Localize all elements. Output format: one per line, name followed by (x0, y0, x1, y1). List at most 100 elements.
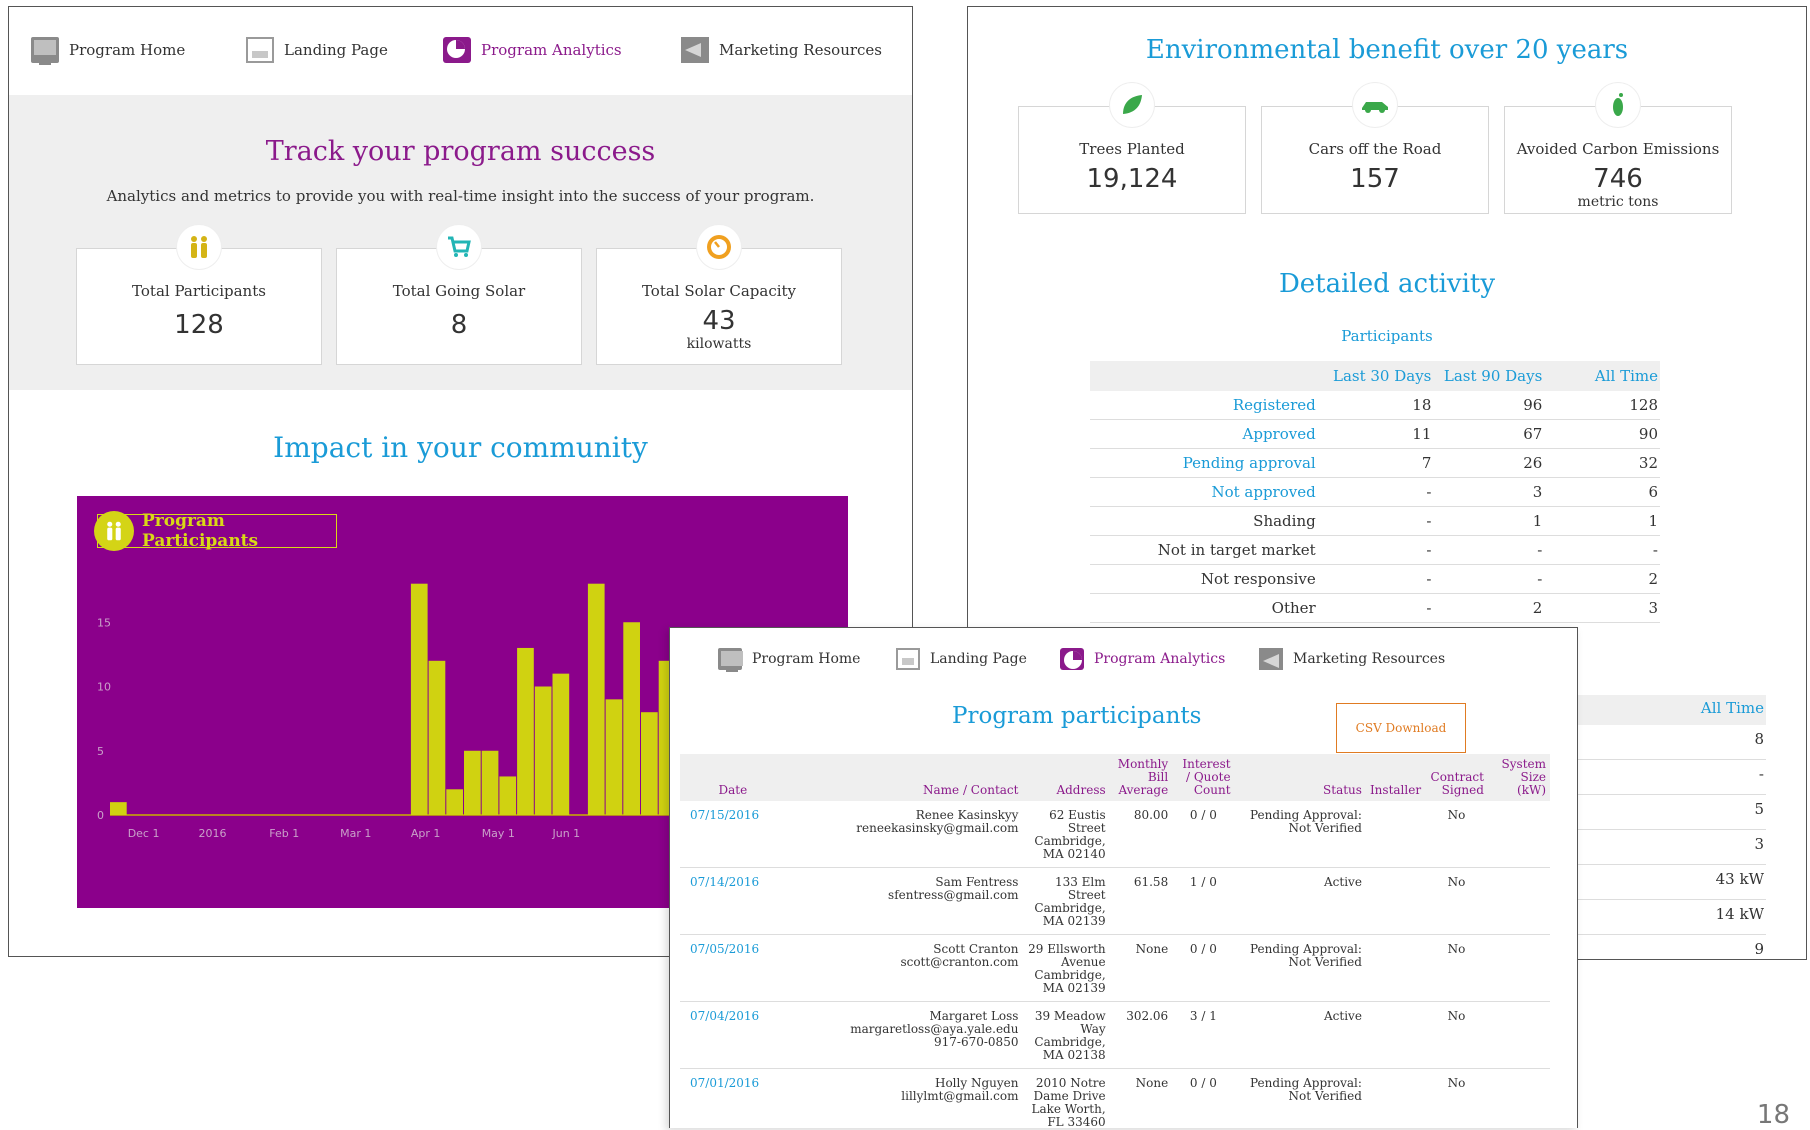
chart-bar[interactable] (481, 750, 499, 815)
cell-value: - (1317, 506, 1434, 536)
column-header[interactable]: Installer (1365, 754, 1426, 801)
x-tick-label: Apr 1 (411, 827, 441, 840)
chart-bar[interactable] (428, 660, 446, 815)
status-line: Not Verified (1288, 955, 1362, 969)
chart-bar[interactable] (623, 622, 640, 815)
installer-cell (1365, 1068, 1426, 1128)
nav-marketing-resources[interactable]: Marketing Resources (1259, 648, 1445, 670)
cell-value: 90 (1544, 419, 1660, 449)
row-label[interactable]: Registered (1090, 391, 1318, 420)
pie-chart-icon (443, 37, 471, 63)
address-cell: 62 Eustis Street Cambridge, MA 02140 (1022, 801, 1110, 868)
date-link[interactable]: 07/15/2016 (680, 801, 786, 868)
table-row[interactable]: 07/01/2016 Holly Nguyen lillylmt@gmail.com… (680, 1068, 1550, 1128)
column-header[interactable]: Interest / Quote Count (1172, 754, 1235, 801)
status-cell: Pending Approval: Not Verified (1234, 1068, 1366, 1128)
nav-program-analytics[interactable]: Program Analytics (1060, 648, 1225, 670)
column-header[interactable]: Monthly Bill Average (1109, 754, 1173, 801)
chart-bar[interactable] (641, 712, 658, 815)
address-line: MA 02139 (1042, 914, 1106, 928)
contract-cell: No (1425, 801, 1488, 868)
table-row: Shading -1 1 (1090, 506, 1660, 536)
cell-value: - (1317, 477, 1434, 507)
nav-program-home[interactable]: Program Home (718, 648, 860, 672)
chart-bar[interactable] (605, 699, 623, 815)
contact-email: sfentress@gmail.com (888, 888, 1019, 902)
column-header[interactable]: Status (1234, 754, 1366, 801)
chart-bar[interactable] (534, 686, 552, 816)
installer-cell (1365, 1001, 1426, 1069)
bill-cell: 302.06 (1109, 1001, 1173, 1069)
nav-landing-page[interactable]: Landing Page (246, 37, 388, 63)
table-row[interactable]: 07/15/2016 Renee Kasinskyy reneekasinsky@g… (680, 801, 1550, 868)
column-header[interactable]: Name / Contact (785, 754, 1023, 801)
chart-bar[interactable] (464, 750, 481, 815)
cart-icon (437, 225, 481, 269)
stat-cars-off-road: Cars off the Road 157 (1261, 83, 1489, 214)
activity-title: Detailed activity (1278, 269, 1496, 299)
nav-program-home[interactable]: Program Home (31, 37, 186, 65)
column-header[interactable]: Address (1022, 754, 1110, 801)
nav-program-analytics[interactable]: Program Analytics (443, 37, 622, 63)
top-nav: Program Home Landing Page Program Analyt… (9, 7, 912, 99)
row-label[interactable]: Pending approval (1090, 448, 1318, 478)
column-header[interactable]: Date (680, 754, 786, 801)
track-subtitle: Analytics and metrics to provide you wit… (106, 187, 815, 205)
date-link[interactable]: 07/05/2016 (680, 934, 786, 1002)
table-row: Not approved -3 6 (1090, 477, 1660, 507)
program-participants-panel: Program Home Landing Page Program Analyt… (669, 627, 1578, 1128)
chart-bar[interactable] (499, 776, 517, 815)
cell-value: 1 (1544, 506, 1660, 536)
status-cell: Pending Approval: Not Verified (1234, 801, 1366, 868)
table-row[interactable]: 07/04/2016 Margaret Loss margaretloss@aya.… (680, 1001, 1550, 1069)
interest-cell: 1 / 0 (1172, 867, 1235, 935)
nav-landing-page[interactable]: Landing Page (896, 648, 1027, 670)
table-row[interactable]: 07/05/2016 Scott Cranton scott@cranton.com… (680, 934, 1550, 1002)
row-label[interactable]: Not approved (1090, 477, 1318, 507)
date-link[interactable]: 07/14/2016 (680, 867, 786, 935)
participants-icon (177, 225, 221, 269)
stat-avoided-carbon: Avoided Carbon Emissions 746 metric tons (1504, 83, 1732, 214)
nav-marketing-resources[interactable]: Marketing Resources (681, 37, 882, 63)
stat-value: 8 (450, 310, 468, 340)
second-table-fragment: All Time 8-5 3 43 kW 14 kW 9 (1568, 695, 1766, 959)
stat-label: Avoided Carbon Emissions (1516, 140, 1720, 158)
cell-value: 96 (1433, 391, 1545, 420)
monitor-icon (718, 648, 743, 672)
date-link[interactable]: 07/01/2016 (680, 1068, 786, 1128)
column-header: Last 90 Days (1433, 361, 1545, 391)
nav-label: Program Home (69, 41, 186, 59)
contact-cell: Renee Kasinskyy reneekasinsky@gmail.com (785, 801, 1023, 868)
contact-email: scott@cranton.com (900, 955, 1019, 969)
chart-bar[interactable] (446, 789, 463, 815)
bill-cell: None (1109, 1068, 1173, 1128)
stat-total-participants: Total Participants 128 (76, 225, 322, 365)
landing-page-icon (896, 648, 920, 670)
table-row[interactable]: 07/14/2016 Sam Fentress sfentress@gmail.co… (680, 867, 1550, 935)
chart-bar[interactable] (410, 583, 428, 815)
row-label: Not responsive (1090, 564, 1318, 594)
row-label: Other (1090, 593, 1318, 623)
date-link[interactable]: 07/04/2016 (680, 1001, 786, 1069)
x-tick-label: Mar 1 (340, 827, 371, 840)
csv-download-button[interactable]: CSV Download (1336, 703, 1466, 753)
table-row: Not in target market - - - (1090, 535, 1660, 565)
table-header-row: Date Name / Contact Address Monthly Bill… (680, 754, 1550, 801)
megaphone-icon (1259, 648, 1283, 670)
chart-bar[interactable] (517, 647, 534, 815)
column-header[interactable]: Contract Signed (1425, 754, 1488, 801)
contact-email: reneekasinsky@gmail.com (856, 821, 1019, 835)
chart-bar[interactable] (110, 802, 127, 815)
table-row: Not responsive - -2 (1090, 564, 1660, 594)
cell-value: 5 (1568, 795, 1766, 830)
cell-value: 8 (1568, 725, 1766, 760)
participants-table: Date Name / Contact Address Monthly Bill… (680, 754, 1550, 1128)
chart-bar[interactable] (587, 583, 605, 815)
chart-bar[interactable] (552, 673, 570, 815)
table-row: Registered 18 96 128 (1090, 391, 1660, 420)
x-tick-label: Dec 1 (128, 827, 160, 840)
column-header[interactable]: System Size (kW) (1487, 754, 1550, 801)
x-tick-label: 2016 (199, 827, 227, 840)
row-label[interactable]: Approved (1090, 419, 1318, 449)
track-section: Track your program success Analytics and… (9, 95, 912, 390)
